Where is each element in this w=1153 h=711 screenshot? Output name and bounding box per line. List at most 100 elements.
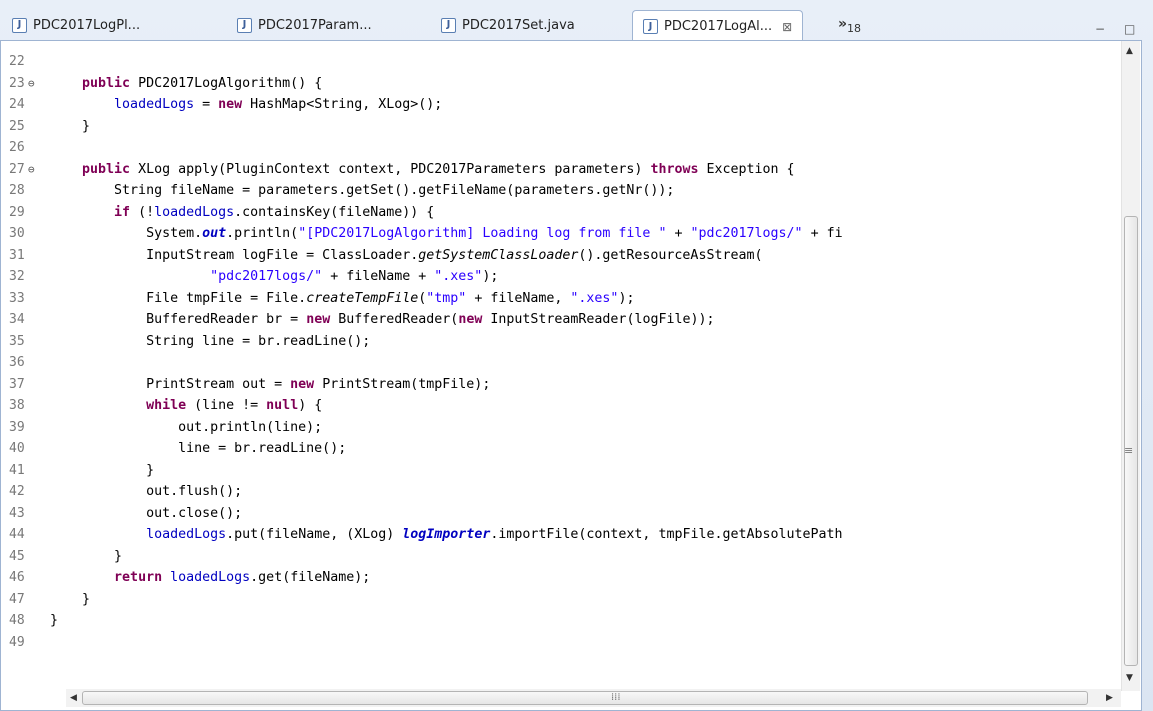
line-number: 41 <box>9 462 25 478</box>
fold-toggle-icon[interactable]: ⊖ <box>28 73 35 95</box>
fold-toggle-icon[interactable]: ⊖ <box>28 159 35 181</box>
code-line[interactable]: 29 if (!loadedLogs.containsKey(fileName)… <box>1 202 1121 224</box>
code-line[interactable]: 34 BufferedReader br = new BufferedReade… <box>1 309 1121 331</box>
code-line[interactable]: 38 while (line != null) { <box>1 395 1121 417</box>
scroll-down-icon[interactable]: ▼ <box>1126 673 1133 683</box>
code-area[interactable]: 22 23 ⊖ public PDC2017LogAlgorithm() {24 l… <box>1 51 1121 691</box>
code-token: loadedLogs <box>146 527 227 542</box>
code-line[interactable]: 27 ⊖ public XLog apply(PluginContext cont… <box>1 159 1121 181</box>
code-line[interactable]: 47 } <box>1 589 1121 611</box>
code-token: PrintStream out = <box>50 376 291 392</box>
line-number: 32 <box>9 269 25 284</box>
code-text: } <box>50 610 58 632</box>
code-token: out.close(); <box>50 505 243 521</box>
scroll-up-icon[interactable]: ▲ <box>1126 46 1133 56</box>
code-line[interactable]: 43 out.close(); <box>1 503 1121 525</box>
editor-tab-bar: J PDC2017LogPl... J PDC2017Param... J PD… <box>0 10 1153 42</box>
code-line[interactable]: 23 ⊖ public PDC2017LogAlgorithm() { <box>1 73 1121 95</box>
code-line[interactable]: 42 out.flush(); <box>1 481 1121 503</box>
code-text: String line = br.readLine(); <box>50 331 370 353</box>
code-line[interactable]: 28 String fileName = parameters.getSet()… <box>1 180 1121 202</box>
horizontal-scrollbar[interactable]: ◀ ⁞⁞⁞ ▶ <box>66 689 1121 707</box>
code-token: "pdc2017logs/" <box>210 269 323 284</box>
code-token: null <box>266 398 299 413</box>
overflow-count: 18 <box>847 21 862 35</box>
code-text: } <box>50 589 90 611</box>
vertical-scrollbar[interactable]: ▲ ▼ <box>1121 41 1140 691</box>
line-number: 26 <box>9 140 25 155</box>
code-token: } <box>50 118 91 134</box>
code-token: } <box>50 462 155 478</box>
code-token: loadedLogs <box>154 204 235 220</box>
code-token: String line = br.readLine(); <box>50 333 371 349</box>
java-file-icon: J <box>237 17 252 33</box>
tab-overflow-button[interactable]: »18 <box>838 16 861 35</box>
code-line[interactable]: 44 loadedLogs.put(fileName, (XLog) logIm… <box>1 524 1121 546</box>
line-number: 40 <box>9 441 25 456</box>
code-text: System.out.println("[PDC2017LogAlgorithm… <box>50 223 843 245</box>
tab-label: PDC2017LogPl... <box>33 17 141 33</box>
scroll-right-icon[interactable]: ▶ <box>1106 693 1113 703</box>
scroll-left-icon[interactable]: ◀ <box>70 693 77 703</box>
code-text: PrintStream out = new PrintStream(tmpFil… <box>50 374 490 396</box>
code-line[interactable]: 41 } <box>1 460 1121 482</box>
tab-pdc2017-parameters[interactable]: J PDC2017Param... <box>237 10 372 40</box>
code-line[interactable]: 32 "pdc2017logs/" + fileName + ".xes"); <box>1 266 1121 288</box>
code-line[interactable]: 26 <box>1 137 1121 159</box>
code-line[interactable]: 45 } <box>1 546 1121 568</box>
code-line[interactable]: 25 } <box>1 116 1121 138</box>
code-token: .importFile(context, tmpFile.getAbsolute… <box>490 527 843 542</box>
horizontal-scroll-thumb[interactable]: ⁞⁞⁞ <box>82 691 1088 705</box>
code-line[interactable]: 33 File tmpFile = File.createTempFile("t… <box>1 288 1121 310</box>
code-editor[interactable]: 22 23 ⊖ public PDC2017LogAlgorithm() {24 l… <box>0 40 1142 711</box>
code-line[interactable]: 24 loadedLogs = new HashMap<String, XLog… <box>1 94 1121 116</box>
code-line[interactable]: 49 <box>1 632 1121 654</box>
editor-window: J PDC2017LogPl... J PDC2017Param... J PD… <box>0 0 1153 711</box>
code-token: .get(fileName); <box>250 570 371 585</box>
tab-pdc2017-set[interactable]: J PDC2017Set.java <box>441 10 575 40</box>
code-token: (! <box>130 204 155 220</box>
code-text: String fileName = parameters.getSet().ge… <box>50 180 674 202</box>
code-line[interactable]: 46 return loadedLogs.get(fileName); <box>1 567 1121 589</box>
code-token: ().getResourceAsStream( <box>578 247 763 263</box>
line-number: 24 <box>9 97 25 112</box>
code-text: return loadedLogs.get(fileName); <box>50 567 370 589</box>
code-token: InputStream logFile = ClassLoader. <box>50 247 419 263</box>
line-number: 25 <box>9 118 25 134</box>
code-text: out.flush(); <box>50 481 242 503</box>
code-text: public PDC2017LogAlgorithm() { <box>50 73 322 95</box>
code-line[interactable]: 31 InputStream logFile = ClassLoader.get… <box>1 245 1121 267</box>
tab-pdc2017-log-plugin[interactable]: J PDC2017LogPl... <box>12 10 140 40</box>
close-icon[interactable]: ⊠ <box>782 20 792 34</box>
code-token: ".xes" <box>570 290 619 306</box>
code-token: InputStreamReader(logFile)); <box>482 312 715 327</box>
maximize-icon[interactable]: □ <box>1124 22 1135 36</box>
code-text: while (line != null) { <box>50 395 322 417</box>
line-number: 29 <box>9 204 25 220</box>
minimize-icon[interactable]: − <box>1095 22 1105 36</box>
code-token: while <box>146 398 187 413</box>
code-line[interactable]: 35 String line = br.readLine(); <box>1 331 1121 353</box>
vertical-scroll-thumb[interactable] <box>1124 216 1138 666</box>
code-line[interactable]: 36 <box>1 352 1121 374</box>
code-line[interactable]: 30 System.out.println("[PDC2017LogAlgori… <box>1 223 1121 245</box>
code-token: + <box>666 226 691 241</box>
line-number: 47 <box>9 591 25 607</box>
code-line[interactable]: 39 out.println(line); <box>1 417 1121 439</box>
java-file-icon: J <box>441 17 456 33</box>
code-text: public XLog apply(PluginContext context,… <box>50 159 795 181</box>
code-line[interactable]: 40 line = br.readLine(); <box>1 438 1121 460</box>
tab-pdc2017-log-algorithm[interactable]: J PDC2017LogAl... ⊠ <box>632 10 804 42</box>
code-token: System. <box>50 226 203 241</box>
code-token: BufferedReader( <box>330 312 459 327</box>
code-token: return <box>114 570 163 585</box>
code-line[interactable]: 37 PrintStream out = new PrintStream(tmp… <box>1 374 1121 396</box>
tab-label: PDC2017Set.java <box>462 17 575 33</box>
tab-label: PDC2017LogAl... <box>664 19 773 34</box>
code-line[interactable]: 48} <box>1 610 1121 632</box>
line-number: 37 <box>9 376 25 392</box>
code-token: loadedLogs <box>114 97 195 112</box>
code-line[interactable]: 22 <box>1 51 1121 73</box>
code-token: + fileName, <box>466 290 571 306</box>
